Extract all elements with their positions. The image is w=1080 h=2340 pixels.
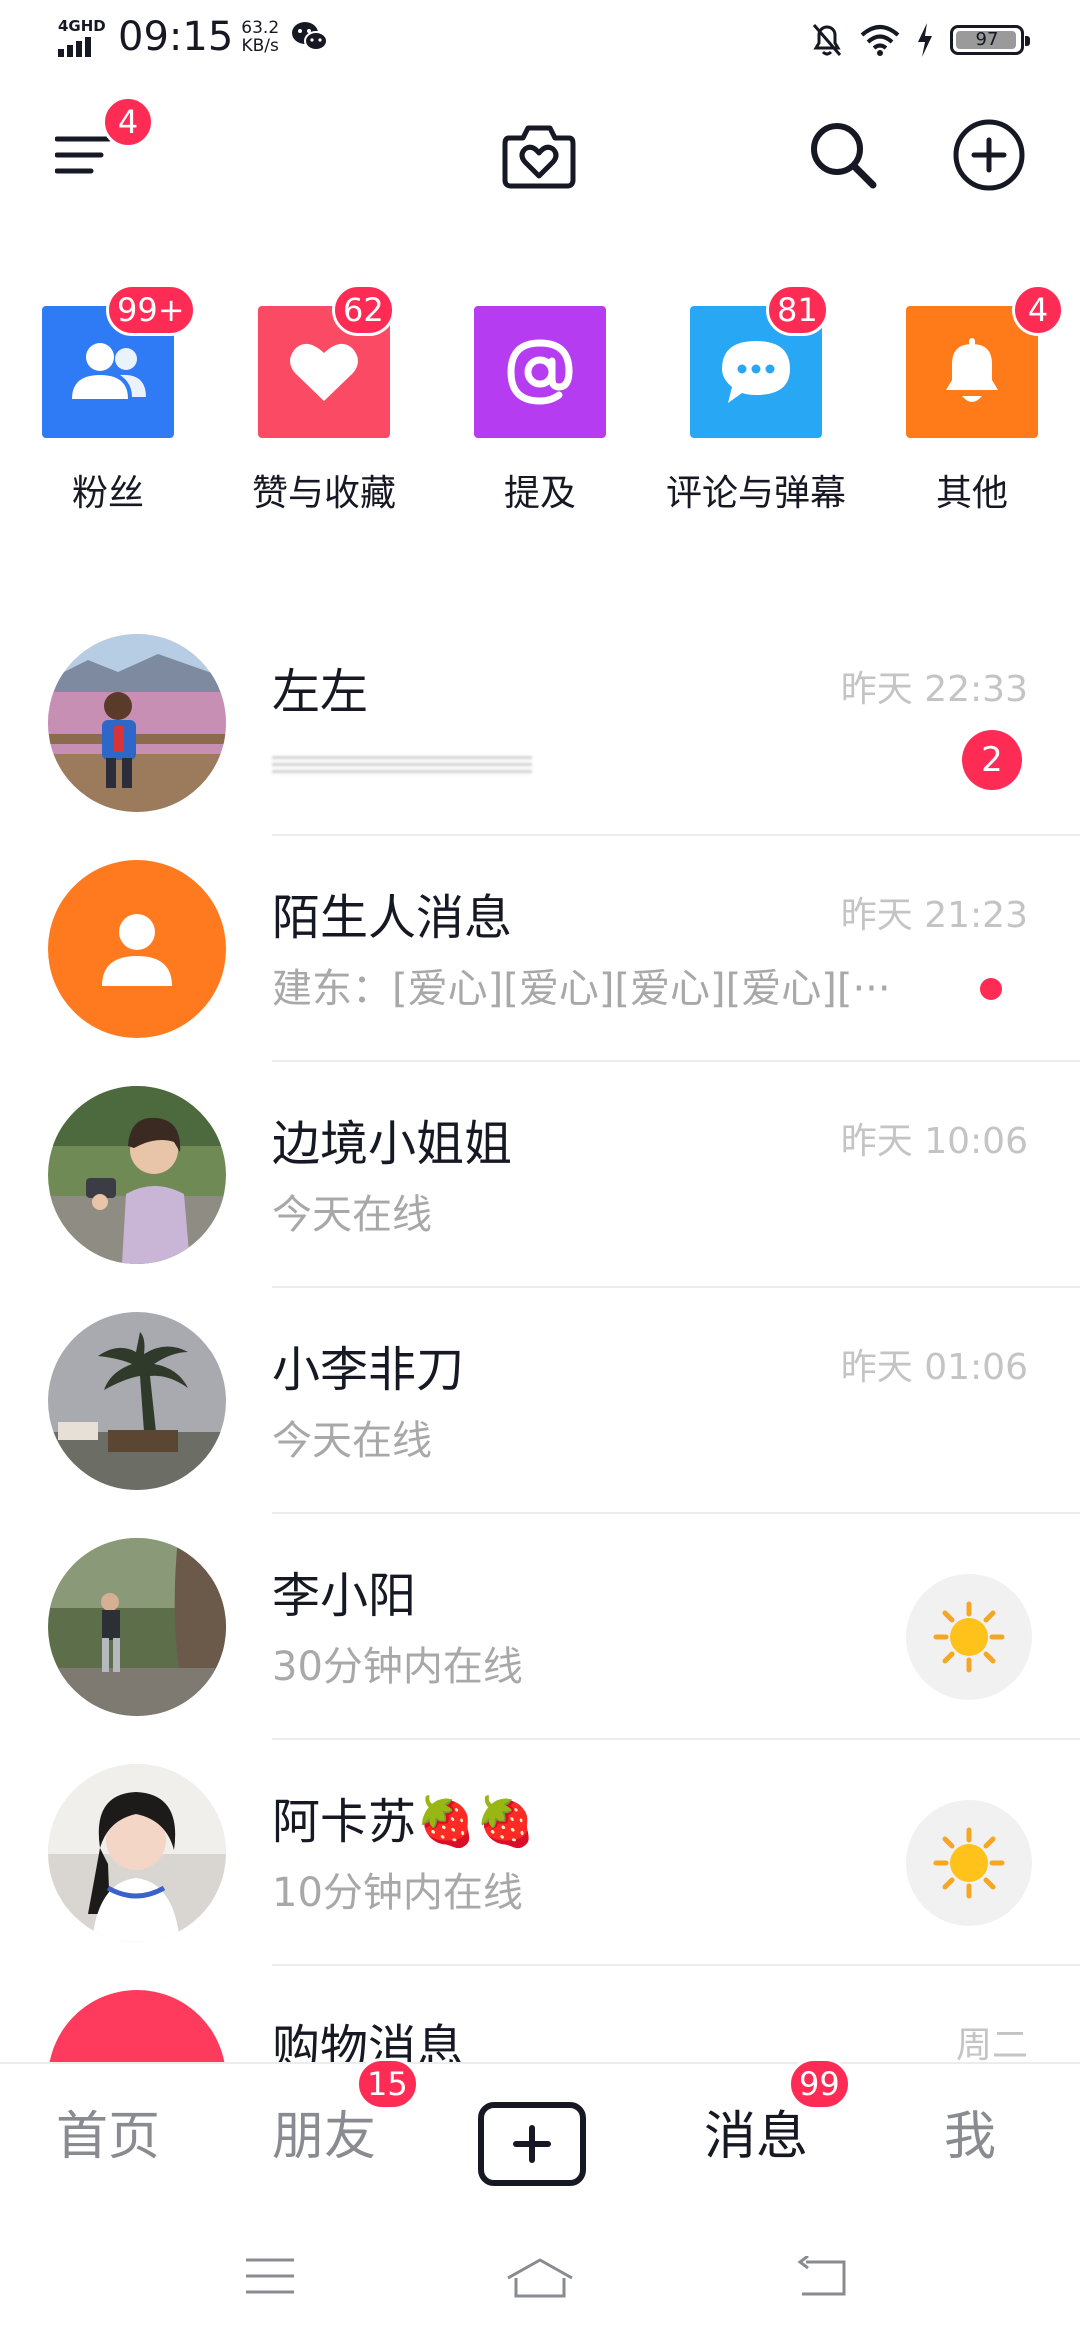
category-fans[interactable]: 99+ 粉丝 <box>0 284 216 530</box>
plus-circle-icon <box>953 119 1025 191</box>
plus-icon <box>513 2125 551 2163</box>
add-friend-button[interactable] <box>944 110 1034 200</box>
bottom-nav: 首页 朋友 15 消息 99 我 <box>0 2058 1080 2212</box>
home-icon[interactable] <box>504 2256 576 2300</box>
sun-icon <box>933 1601 1005 1673</box>
online-status: 10分钟内在线 <box>272 1870 523 1916</box>
avatar <box>48 1538 226 1716</box>
status-right: 97 <box>810 22 1030 58</box>
fans-badge: 99+ <box>106 284 196 336</box>
chat-bubble-icon <box>722 341 790 403</box>
category-likes-collections[interactable]: 62 赞与收藏 <box>216 284 432 530</box>
top-bar: 4 <box>0 96 1080 210</box>
other-badge: 4 <box>1012 284 1064 336</box>
back-icon[interactable] <box>794 2256 850 2300</box>
at-sign-icon <box>507 339 573 405</box>
conversation-row[interactable]: 小李非刀 今天在线 昨天 01:06 <box>0 1288 1080 1514</box>
menu-badge: 4 <box>102 96 154 148</box>
conversation-name: 李小阳 <box>272 1568 417 1624</box>
avatar <box>48 634 226 812</box>
avatar <box>48 1086 226 1264</box>
charging-icon <box>918 23 932 57</box>
sun-icon <box>933 1827 1005 1899</box>
mentions-tile <box>474 306 606 438</box>
conversation-row[interactable]: 李小阳 30分钟内在线 <box>0 1514 1080 1740</box>
tab-messages[interactable]: 消息 99 <box>676 2058 851 2169</box>
messages-badge: 99 <box>788 2058 851 2110</box>
signal-bars-icon <box>58 37 91 57</box>
status-left: 4GHD 09:15 63.2 KB/s <box>58 14 329 60</box>
comments-badge: 81 <box>766 284 829 336</box>
bell-muted-icon <box>812 24 842 56</box>
conversation-name: 边境小姐姐 <box>272 1116 513 1172</box>
tab-messages-label: 消息 <box>703 2107 808 2167</box>
conversation-row[interactable]: 左左 昨天 22:33 2 <box>0 610 1080 836</box>
greet-button[interactable] <box>906 1574 1032 1700</box>
conversation-row[interactable]: 陌生人消息 建东：[爱心][爱心][爱心][爱心][··· 昨天 21:23 <box>0 836 1080 1062</box>
tab-friends-label: 朋友 <box>271 2107 376 2167</box>
category-other[interactable]: 4 其他 <box>864 284 1080 530</box>
greet-button[interactable] <box>906 1800 1032 1926</box>
online-status: 今天在线 <box>272 1418 432 1464</box>
online-status: 今天在线 <box>272 1192 432 1238</box>
conversation-time: 周二 <box>955 2025 1028 2066</box>
conversation-time: 昨天 10:06 <box>840 1121 1028 1162</box>
recent-apps-icon[interactable] <box>244 2256 296 2296</box>
menu-icon <box>55 136 111 174</box>
create-button[interactable] <box>478 2102 586 2186</box>
conversation-time: 昨天 22:33 <box>840 669 1028 710</box>
wechat-icon <box>292 22 329 51</box>
tab-friends[interactable]: 朋友 15 <box>244 2058 419 2169</box>
category-comments-danmaku[interactable]: 81 评论与弹幕 <box>648 284 864 530</box>
heart-icon <box>290 343 358 401</box>
camera-heart-button[interactable] <box>494 110 584 200</box>
unread-badge: 2 <box>962 730 1022 790</box>
battery-icon: 97 <box>950 25 1030 55</box>
category-label: 其他 <box>935 473 1008 514</box>
camera-heart-icon <box>502 125 576 189</box>
friends-badge: 15 <box>356 2058 419 2110</box>
online-status: 30分钟内在线 <box>272 1644 523 1690</box>
conversation-name: 小李非刀 <box>272 1342 465 1398</box>
conversation-name: 左左 <box>272 664 369 720</box>
network-speed-value: 63.2 <box>241 18 280 38</box>
stranger-avatar <box>48 860 226 1038</box>
conversation-preview-blurred <box>272 756 532 776</box>
status-time: 09:15 <box>118 14 234 60</box>
conversation-preview: 建东：[爱心][爱心][爱心][爱心][··· <box>272 966 891 1012</box>
likes-badge: 62 <box>332 284 395 336</box>
category-mentions[interactable]: 提及 <box>432 300 648 530</box>
battery-percent: 97 <box>975 29 999 50</box>
person-icon <box>102 914 172 986</box>
network-speed-unit: KB/s <box>241 36 279 56</box>
menu-button[interactable]: 4 <box>38 96 154 200</box>
search-icon <box>811 123 877 189</box>
avatar <box>48 1764 226 1942</box>
signal-indicator: 4GHD <box>58 15 110 59</box>
system-nav-bar <box>0 2212 1080 2340</box>
conversation-time: 昨天 21:23 <box>840 895 1028 936</box>
conversation-name: 阿卡苏🍓🍓 <box>272 1794 536 1850</box>
status-bar: 4GHD 09:15 63.2 KB/s 97 <box>0 0 1080 80</box>
network-type: 4GHD <box>58 17 106 35</box>
tab-home[interactable]: 首页 <box>28 2094 188 2169</box>
search-button[interactable] <box>798 110 888 200</box>
conversation-time: 昨天 01:06 <box>840 1347 1028 1388</box>
unread-dot <box>980 978 1002 1000</box>
tab-me[interactable]: 我 <box>890 2094 1050 2169</box>
bell-icon <box>946 338 998 402</box>
network-speed: 63.2 KB/s <box>241 19 279 55</box>
avatar <box>48 1312 226 1490</box>
conversation-row[interactable]: 边境小姐姐 今天在线 昨天 10:06 <box>0 1062 1080 1288</box>
notification-categories: 99+ 粉丝 62 赞与收藏 提及 81 评论与弹幕 4 其他 <box>0 284 1080 530</box>
conversation-name: 陌生人消息 <box>272 890 513 946</box>
users-icon <box>72 343 146 399</box>
conversation-row[interactable]: 阿卡苏🍓🍓 10分钟内在线 <box>0 1740 1080 1966</box>
wifi-icon <box>860 25 900 56</box>
